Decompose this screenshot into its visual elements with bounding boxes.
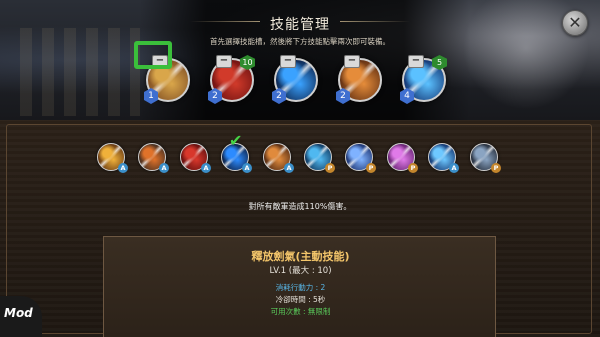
- skill-8-type-badge: P: [408, 163, 418, 173]
- skill-1-type-badge: A: [118, 163, 128, 173]
- skill-2-type-badge: A: [159, 163, 169, 173]
- skill-6-type-badge: P: [325, 163, 335, 173]
- slot-2-remove-button[interactable]: −: [216, 55, 232, 68]
- skill-4-type-badge: A: [242, 163, 252, 173]
- skill-management-screen: 技能管理 首先選擇技能槽，然後將下方技能點擊兩次即可裝備。 ✕ −1−2 10−2…: [0, 0, 600, 337]
- instruction-text: 首先選擇技能槽，然後將下方技能點擊兩次即可裝備。: [210, 37, 390, 46]
- mod-watermark-text: Mod: [4, 306, 33, 320]
- skill-name: 釋放劍氣(主動技能): [251, 250, 350, 263]
- skill-9-type-badge: A: [449, 163, 459, 173]
- slot-5-remove-button[interactable]: −: [408, 55, 424, 68]
- skill-10-type-badge: P: [491, 163, 501, 173]
- skill-effect-text: 對所有敵軍造成110%傷害。: [248, 202, 352, 211]
- selected-slot-highlight: [134, 41, 172, 69]
- skill-level: LV.1 (最大 : 10): [269, 266, 332, 276]
- page-title: 技能管理: [270, 17, 330, 33]
- skill-uses: 可用次數 : 無限制: [270, 307, 331, 316]
- close-button[interactable]: ✕: [562, 10, 588, 36]
- slot-3-remove-button[interactable]: −: [280, 55, 296, 68]
- skill-3-type-badge: A: [201, 163, 211, 173]
- skill-7-type-badge: P: [366, 163, 376, 173]
- equipped-check-icon: ✔: [229, 131, 243, 150]
- close-icon: ✕: [568, 13, 582, 32]
- skill-action-cost: 消耗行動力 : 2: [275, 283, 326, 292]
- slot-4-remove-button[interactable]: −: [344, 55, 360, 68]
- skill-detail-box: 釋放劍氣(主動技能) LV.1 (最大 : 10) 消耗行動力 : 2 冷卻時間…: [103, 236, 496, 337]
- skill-cooldown: 冷卻時間 : 5秒: [275, 295, 326, 304]
- skill-5-type-badge: A: [284, 163, 294, 173]
